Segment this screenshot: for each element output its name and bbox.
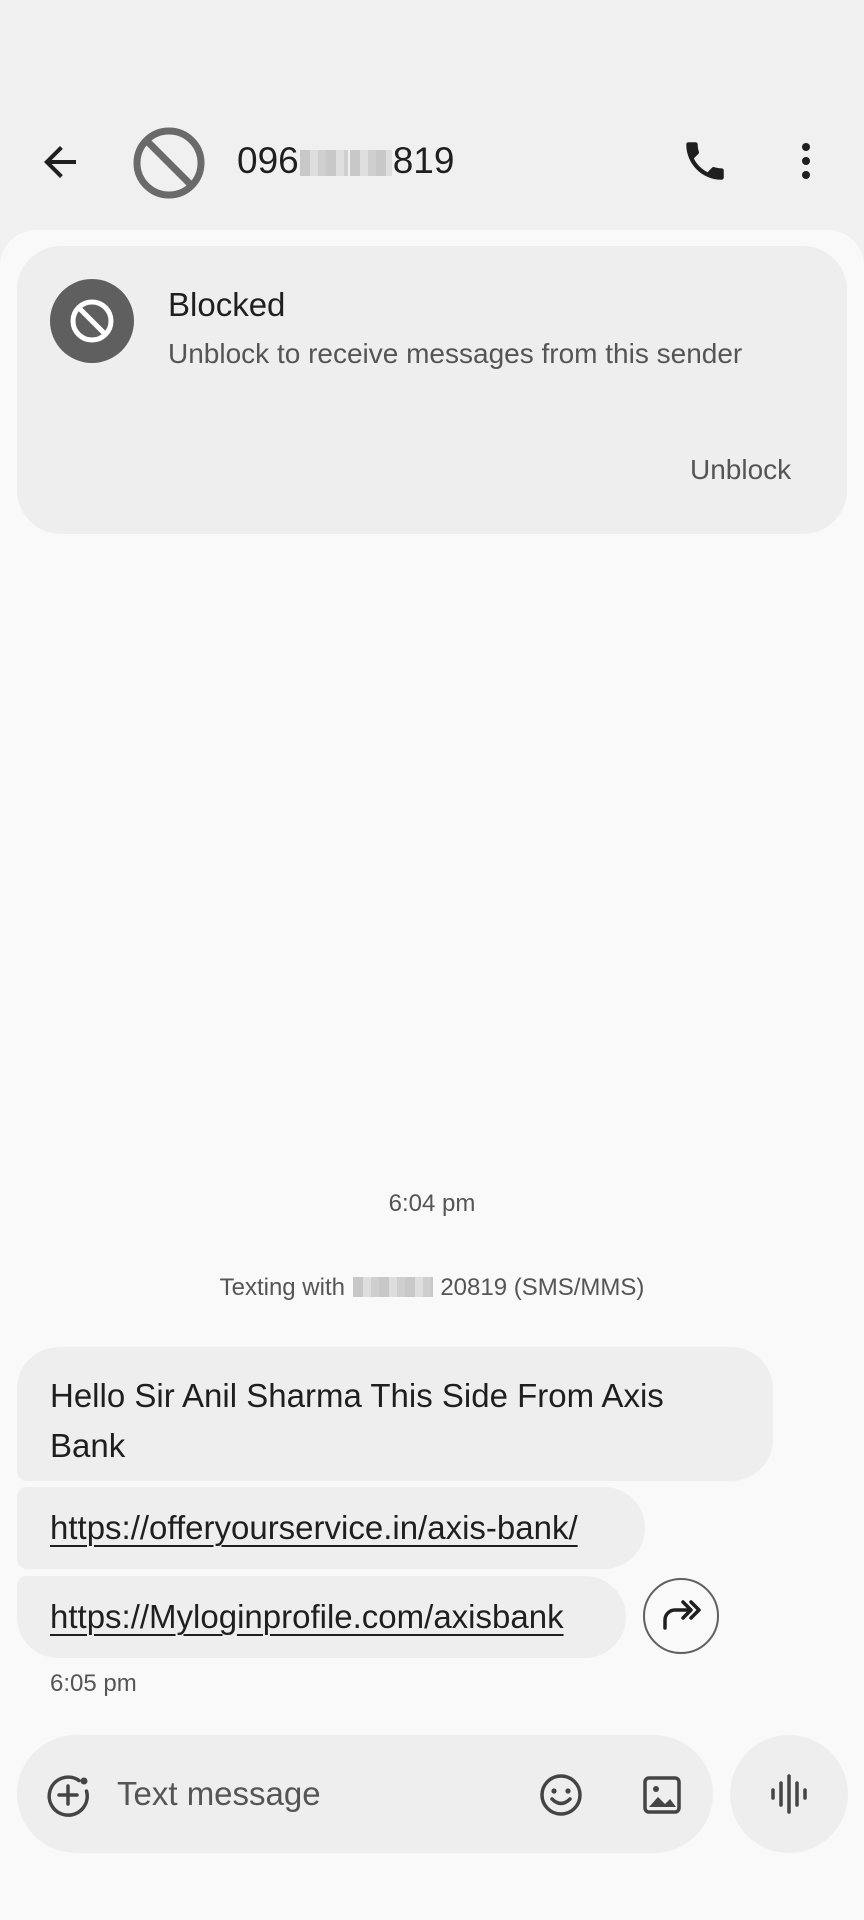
message-bubble[interactable]: https://offeryourservice.in/axis-bank/ [17,1487,645,1569]
texting-with-prefix: Texting with [219,1274,345,1301]
texting-with-suffix: 20819 (SMS/MMS) [440,1274,645,1301]
gallery-icon [643,1776,681,1814]
redacted-digits [299,150,348,176]
blocked-icon [70,299,114,343]
gallery-button[interactable] [638,1771,686,1819]
contact-number-suffix: 819 [392,140,455,181]
message-link[interactable]: https://Myloginprofile.com/axisbank [50,1598,564,1635]
contact-avatar[interactable] [132,126,206,200]
text-message-input[interactable] [117,1762,497,1826]
message-link[interactable]: https://offeryourservice.in/axis-bank/ [50,1509,578,1546]
message-timestamp: 6:05 pm [50,1670,137,1697]
add-attachment-icon [47,1775,89,1817]
more-vert-icon [802,143,810,179]
contact-number-prefix: 096 [237,140,299,181]
message-text: Hello Sir Anil Sharma This Side From Axi… [50,1377,664,1464]
arrow-back-icon [44,146,76,178]
more-options-button[interactable] [782,136,830,186]
texting-with-label: Texting with 20819 (SMS/MMS) [0,1274,864,1302]
forward-button[interactable] [643,1578,719,1654]
emoji-icon [540,1774,582,1816]
voice-message-button[interactable] [730,1735,848,1853]
message-bubble[interactable]: Hello Sir Anil Sharma This Side From Axi… [17,1347,773,1481]
blocked-icon [133,127,205,199]
forward-icon [663,1600,701,1630]
blocked-banner [17,246,847,534]
message-bubble[interactable]: https://Myloginprofile.com/axisbank [17,1576,626,1658]
redacted-digits [352,1277,433,1297]
emoji-button[interactable] [537,1771,585,1819]
blocked-subtitle: Unblock to receive messages from this se… [168,338,743,369]
call-button[interactable] [680,136,730,186]
blocked-title: Blocked [168,286,286,323]
unblock-button[interactable]: Unblock [690,454,791,486]
blocked-banner-icon [50,279,134,363]
top-app-bar [0,0,864,230]
message-timestamp: 6:04 pm [388,1190,476,1217]
add-attachment-button[interactable] [44,1771,92,1819]
back-button[interactable] [36,138,84,186]
voice-waveform-icon [771,1774,807,1814]
redacted-digits [349,150,392,176]
contact-title[interactable]: 096 819 [237,140,454,182]
phone-icon [686,142,724,180]
